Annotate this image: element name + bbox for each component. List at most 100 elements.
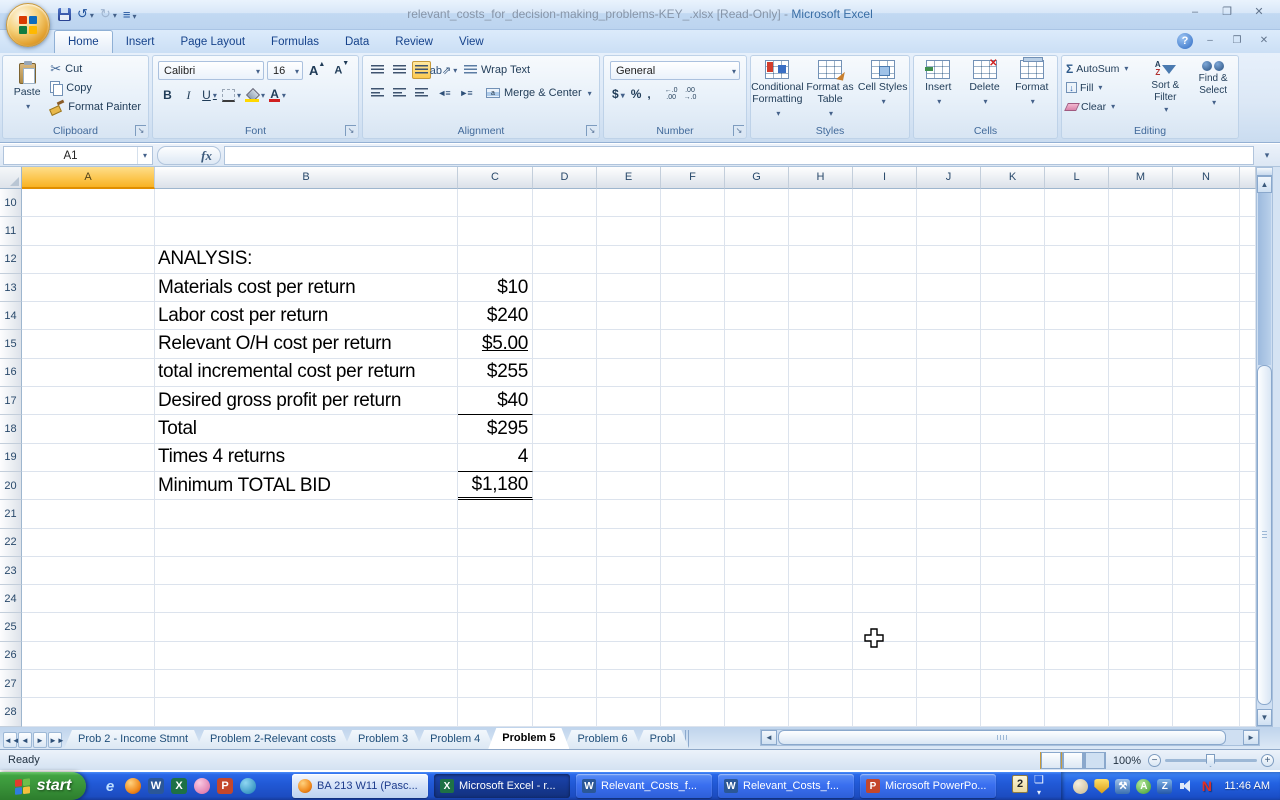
cell-F16[interactable] [661,359,725,387]
tools-tray-icon[interactable]: ⚒ [1115,779,1130,794]
format-painter-button[interactable]: Format Painter [47,97,144,116]
cell-B14[interactable]: Labor cost per return [155,302,458,330]
taskbar-button-microsoft-excel-r[interactable]: XMicrosoft Excel - r... [434,774,570,798]
cell-N11[interactable] [1173,217,1240,245]
cell-I19[interactable] [853,444,917,472]
cell-A22[interactable] [22,529,155,557]
cell-H23[interactable] [789,557,853,585]
cell-F24[interactable] [661,585,725,613]
cell-partial-11[interactable] [1240,217,1256,245]
orientation-button[interactable]: ab⇗ [434,61,453,79]
cell-B18[interactable]: Total [155,415,458,443]
cell-D16[interactable] [533,359,597,387]
cell-partial-16[interactable] [1240,359,1256,387]
cell-partial-12[interactable] [1240,246,1256,274]
horizontal-scroll-thumb[interactable] [778,730,1226,745]
conditional-formatting-button[interactable]: Conditional Formatting [751,60,804,120]
cell-F27[interactable] [661,670,725,698]
cell-I26[interactable] [853,642,917,670]
cell-K20[interactable] [981,472,1045,500]
restore-button[interactable]: ❐ [1214,5,1240,20]
cell-I11[interactable] [853,217,917,245]
cell-M16[interactable] [1109,359,1173,387]
cell-F12[interactable] [661,246,725,274]
cell-D15[interactable] [533,330,597,358]
cell-A17[interactable] [22,387,155,415]
font-name-select[interactable]: Calibri [158,61,264,80]
ribbon-tab-review[interactable]: Review [382,31,446,53]
cell-I13[interactable] [853,274,917,302]
cell-N26[interactable] [1173,642,1240,670]
vertical-scrollbar[interactable]: ▲ ▼ [1256,167,1273,727]
cell-M20[interactable] [1109,472,1173,500]
column-header-f[interactable]: F [661,167,725,189]
ribbon-tab-insert[interactable]: Insert [113,31,168,53]
row-header-27[interactable]: 27 [0,670,22,698]
cell-M17[interactable] [1109,387,1173,415]
cell-partial-25[interactable] [1240,613,1256,641]
cell-I17[interactable] [853,387,917,415]
cell-G27[interactable] [725,670,789,698]
cell-H18[interactable] [789,415,853,443]
cell-E21[interactable] [597,500,661,528]
cell-N24[interactable] [1173,585,1240,613]
cell-J22[interactable] [917,529,981,557]
cell-E25[interactable] [597,613,661,641]
cell-H22[interactable] [789,529,853,557]
formula-input[interactable] [224,146,1254,165]
cell-K22[interactable] [981,529,1045,557]
row-header-10[interactable]: 10 [0,189,22,217]
last-sheet-button[interactable]: ►► [48,732,62,748]
cell-B23[interactable] [155,557,458,585]
fill-color-button[interactable] [245,86,265,104]
column-header-c[interactable]: C [458,167,533,189]
ribbon-tab-view[interactable]: View [446,31,497,53]
cell-H17[interactable] [789,387,853,415]
cell-D11[interactable] [533,217,597,245]
cell-C28[interactable] [458,698,533,726]
cell-M14[interactable] [1109,302,1173,330]
accounting-format-button[interactable]: $ [612,87,625,101]
cell-A24[interactable] [22,585,155,613]
cell-F18[interactable] [661,415,725,443]
vertical-scroll-track[interactable] [1258,193,1271,365]
cell-E26[interactable] [597,642,661,670]
ribbon-tab-page-layout[interactable]: Page Layout [167,31,258,53]
cell-A18[interactable] [22,415,155,443]
cell-D10[interactable] [533,189,597,217]
cell-B27[interactable] [155,670,458,698]
insert-function-button[interactable]: fx [157,146,221,165]
cell-L16[interactable] [1045,359,1109,387]
cell-F22[interactable] [661,529,725,557]
cell-partial-15[interactable] [1240,330,1256,358]
cell-I12[interactable] [853,246,917,274]
cell-F25[interactable] [661,613,725,641]
percent-style-button[interactable]: % [631,87,642,101]
middle-align-button[interactable] [390,61,409,79]
cell-K17[interactable] [981,387,1045,415]
column-header-a[interactable]: A [22,167,155,189]
cell-B15[interactable]: Relevant O/H cost per return [155,330,458,358]
sheet-tab-problem-4[interactable]: Problem 4 [416,730,494,749]
cell-C12[interactable] [458,246,533,274]
font-color-button[interactable]: A [269,86,286,104]
office-button[interactable] [6,3,50,47]
cell-M24[interactable] [1109,585,1173,613]
cell-G28[interactable] [725,698,789,726]
cell-I16[interactable] [853,359,917,387]
cell-A13[interactable] [22,274,155,302]
cell-partial-26[interactable] [1240,642,1256,670]
row-header-28[interactable]: 28 [0,698,22,726]
column-header-m[interactable]: M [1109,167,1173,189]
row-header-16[interactable]: 16 [0,359,22,387]
sheet-tab-problem-2-relevant-costs[interactable]: Problem 2-Relevant costs [196,730,350,749]
cell-G21[interactable] [725,500,789,528]
row-header-25[interactable]: 25 [0,613,22,641]
cell-M21[interactable] [1109,500,1173,528]
cell-G12[interactable] [725,246,789,274]
name-box[interactable]: A1 ▾ [3,146,153,165]
cell-partial-21[interactable] [1240,500,1256,528]
cell-D27[interactable] [533,670,597,698]
scroll-up-button[interactable]: ▲ [1257,176,1272,193]
select-all-corner[interactable] [0,167,22,189]
